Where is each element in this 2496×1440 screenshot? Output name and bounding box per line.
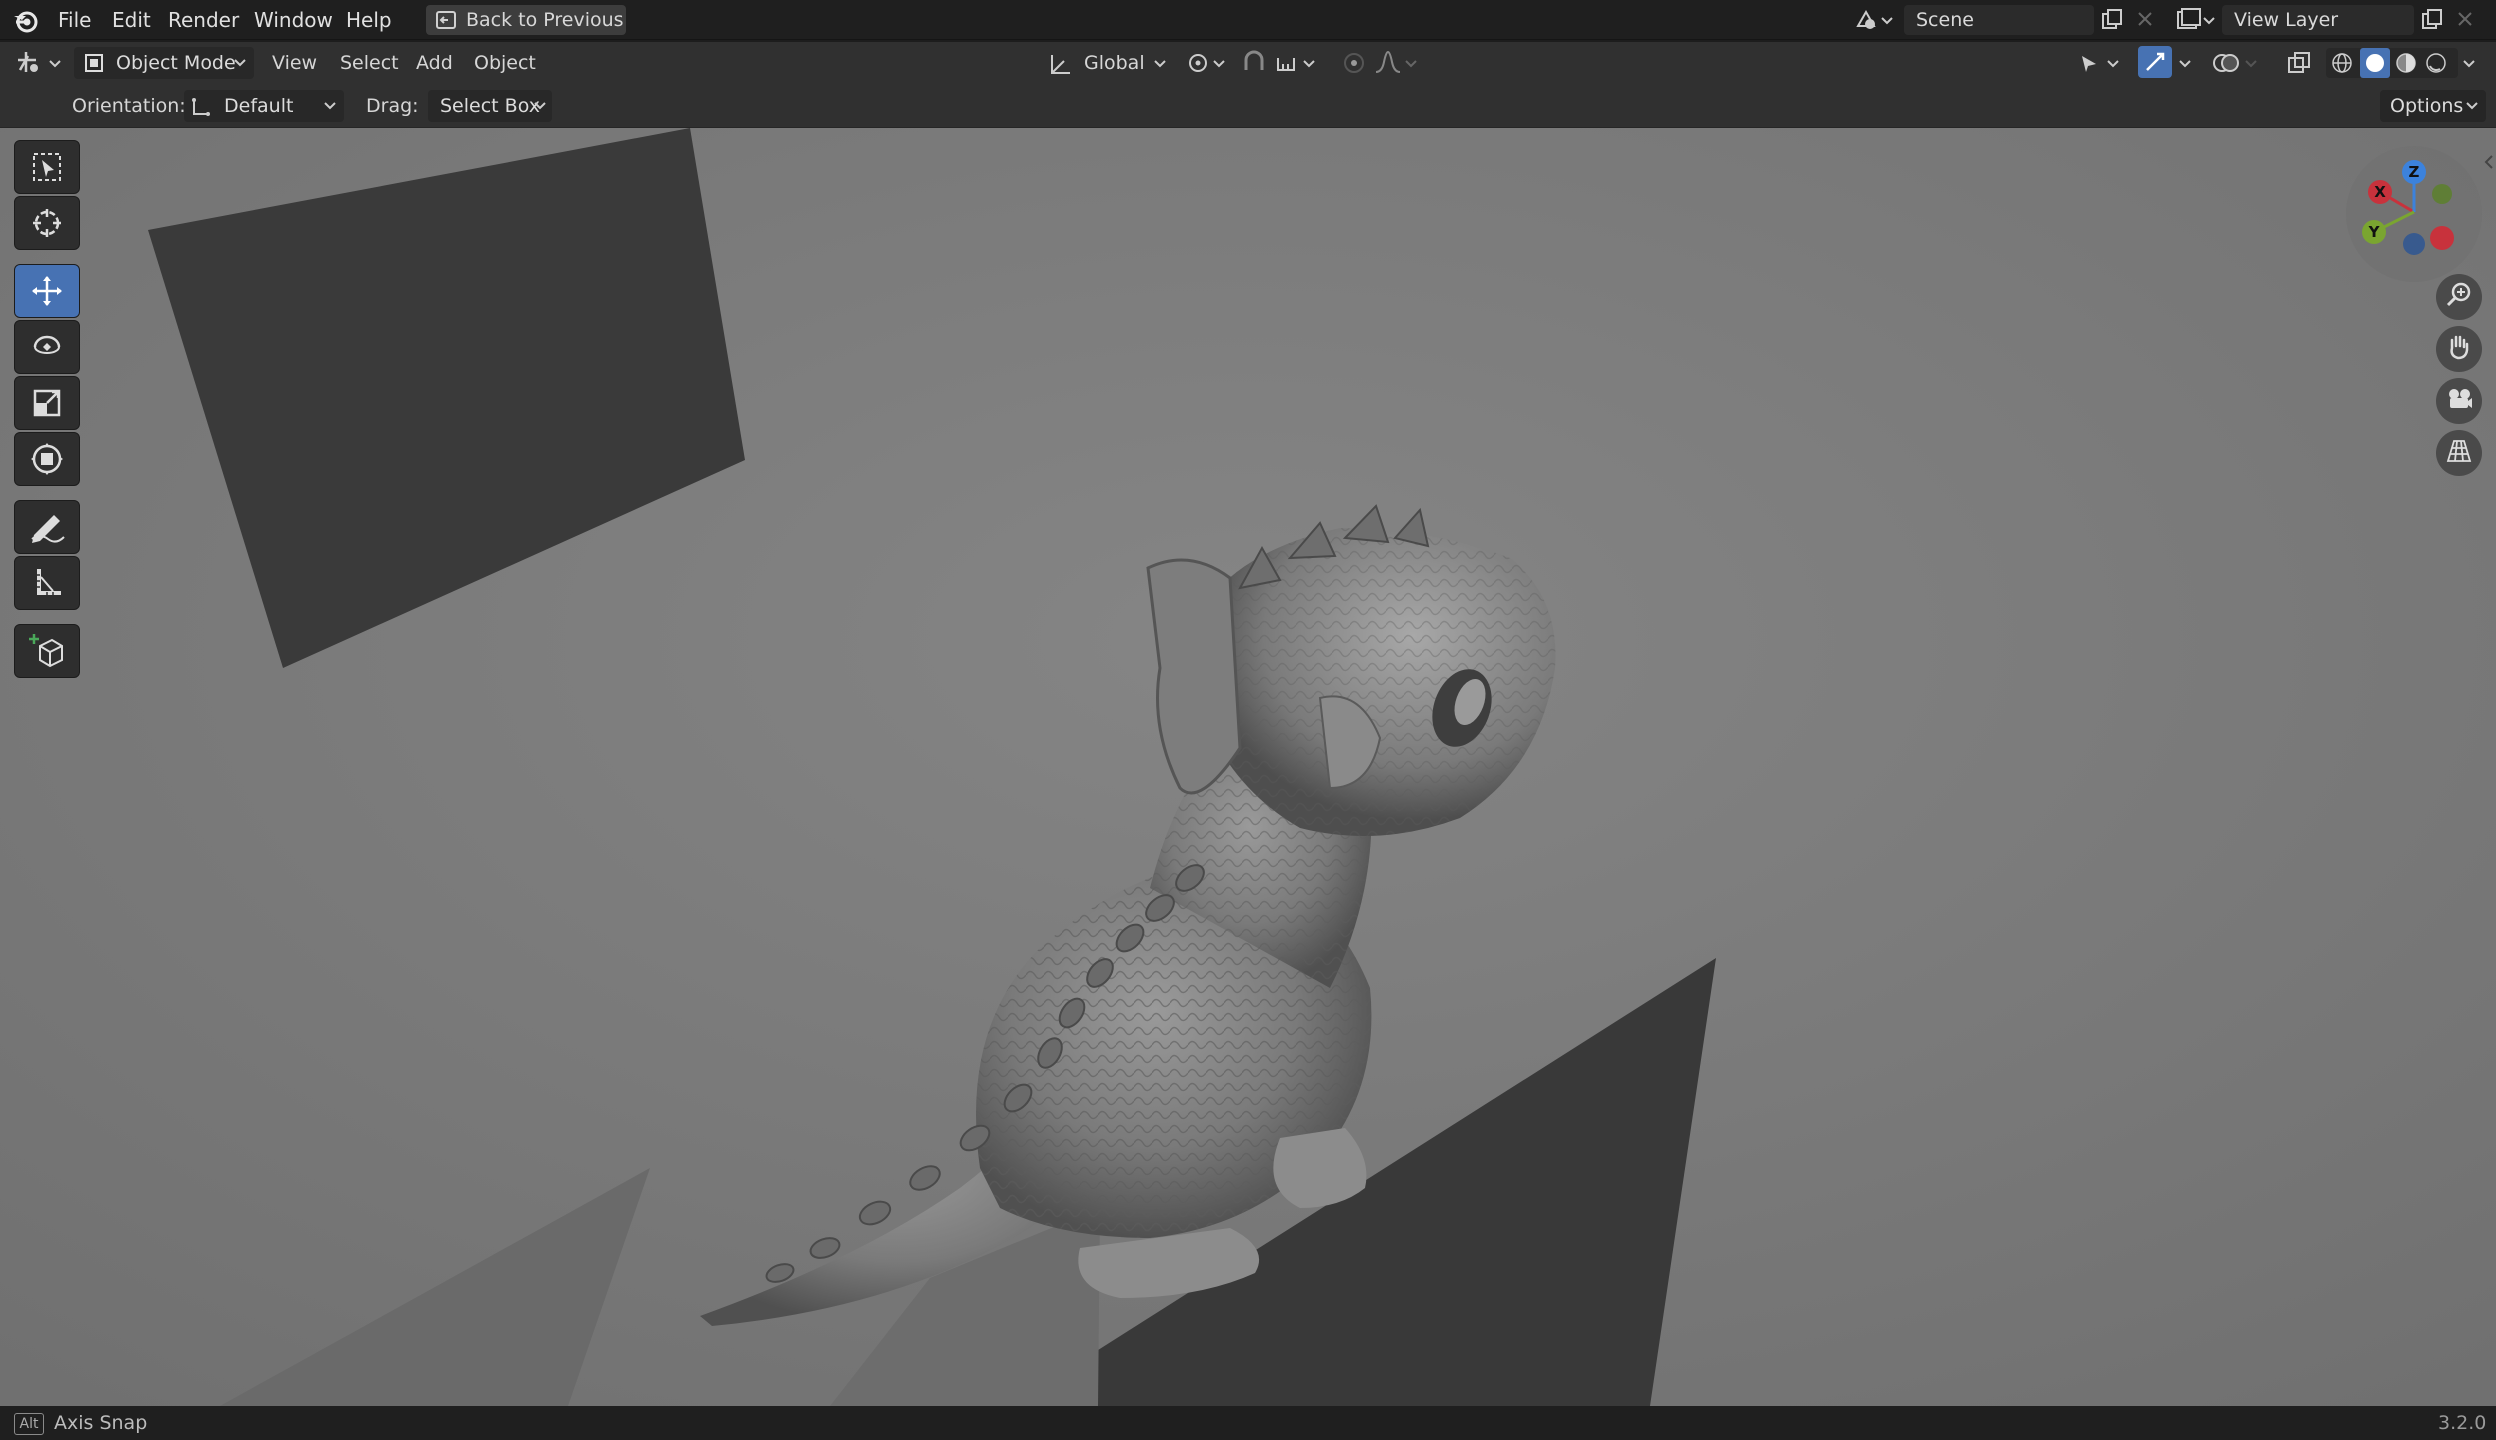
shading-mode-group — [2326, 48, 2458, 78]
scene-name-field[interactable]: Scene — [1904, 5, 2094, 35]
cursor-tool[interactable] — [14, 196, 80, 250]
mode-dropdown[interactable]: Object Mode — [74, 47, 254, 79]
orientation-dropdown-label: Default — [224, 95, 294, 117]
status-bar: Alt Axis Snap 3.2.0 — [0, 1406, 2496, 1440]
add-cube-icon — [29, 634, 63, 668]
material-preview-shading-icon[interactable] — [2394, 51, 2418, 79]
header-menu-view[interactable]: View — [272, 48, 317, 78]
pan-view-button[interactable] — [2436, 326, 2482, 372]
selectability-visibility-icon[interactable] — [2078, 50, 2126, 80]
drag-label: Drag: — [366, 95, 419, 117]
tool-settings-bar: Orientation: Default Drag: Select Box Op… — [0, 84, 2496, 128]
snap-element-icon[interactable] — [1274, 50, 1322, 80]
xray-toggle-icon[interactable] — [2286, 50, 2312, 80]
camera-view-button[interactable] — [2436, 378, 2482, 424]
zoom-icon — [2444, 280, 2474, 314]
scale-icon — [33, 389, 61, 417]
rotate-tool[interactable] — [14, 320, 80, 374]
drag-dropdown[interactable]: Select Box — [428, 90, 552, 122]
header-menu-object[interactable]: Object — [474, 48, 536, 78]
menu-window[interactable]: Window — [246, 4, 341, 36]
zoom-view-button[interactable] — [2436, 274, 2482, 320]
orientation-global-icon — [1048, 51, 1074, 81]
options-dropdown-label: Options — [2390, 95, 2464, 117]
back-icon — [434, 8, 458, 41]
proportional-editing-icon[interactable] — [1340, 50, 1368, 80]
blender-logo-icon[interactable] — [12, 8, 40, 38]
new-scene-icon[interactable] — [2100, 8, 2124, 36]
menu-file[interactable]: File — [50, 4, 99, 36]
viewport-header: Object Mode View Select Add Object Globa… — [0, 42, 2496, 84]
falloff-icon[interactable] — [1374, 50, 1422, 80]
gizmo-toggle-button[interactable] — [2138, 46, 2172, 78]
chevron-down-icon — [2464, 91, 2480, 129]
select-box-tool[interactable] — [14, 140, 80, 194]
transform-icon — [31, 443, 63, 475]
measure-ruler-icon — [37, 569, 61, 595]
axis-snap-hint: Axis Snap — [54, 1412, 148, 1434]
gizmo-y-axis[interactable]: Y — [2362, 220, 2386, 244]
scene-render — [0, 128, 2496, 1406]
move-tool[interactable] — [14, 264, 80, 318]
mode-dropdown-label: Object Mode — [116, 52, 236, 74]
chevron-down-icon — [1152, 49, 1168, 81]
options-dropdown[interactable]: Options — [2380, 90, 2486, 122]
annotate-pencil-icon — [31, 515, 65, 543]
back-button-label: Back to Previous — [466, 9, 624, 31]
rendered-shading-icon[interactable] — [2424, 51, 2448, 79]
transform-orientation-dropdown[interactable]: Global — [1046, 47, 1170, 79]
chevron-down-icon — [532, 91, 548, 129]
3d-viewport[interactable]: X Z Y — [0, 128, 2496, 1406]
scene-browse-icon[interactable] — [1852, 6, 1896, 38]
camera-icon — [2444, 384, 2474, 418]
header-menu-select[interactable]: Select — [340, 48, 399, 78]
top-bar: File Edit Render Window Help Back to Pre… — [0, 0, 2496, 40]
grid-perspective-icon — [2444, 436, 2474, 470]
move-icon — [32, 276, 62, 306]
new-view-layer-icon[interactable] — [2420, 8, 2444, 36]
solid-shading-icon[interactable] — [2360, 48, 2390, 78]
menu-edit[interactable]: Edit — [104, 4, 159, 36]
delete-view-layer-icon[interactable] — [2454, 8, 2476, 34]
shading-options-chevron-icon[interactable] — [2460, 50, 2480, 80]
chevron-down-icon — [322, 91, 338, 129]
chevron-down-icon — [232, 48, 248, 86]
wireframe-shading-icon[interactable] — [2330, 51, 2354, 79]
view-layer-name-field[interactable]: View Layer — [2222, 5, 2414, 35]
overlays-icon[interactable] — [2212, 50, 2262, 80]
orientation-label: Orientation: — [72, 95, 186, 117]
sidebar-toggle-icon[interactable] — [2482, 152, 2496, 176]
version-label: 3.2.0 — [2438, 1412, 2487, 1434]
scale-tool[interactable] — [14, 376, 80, 430]
object-mode-icon — [82, 51, 106, 85]
cursor-icon — [33, 209, 61, 237]
back-to-previous-button[interactable]: Back to Previous — [426, 5, 626, 35]
hand-icon — [2444, 332, 2474, 366]
gizmo-x-axis[interactable]: X — [2368, 180, 2392, 204]
gizmo-z-axis[interactable]: Z — [2402, 160, 2426, 184]
transform-tool[interactable] — [14, 432, 80, 486]
orientation-dropdown[interactable]: Default — [184, 90, 344, 122]
orientation-default-icon — [190, 94, 214, 128]
drag-dropdown-label: Select Box — [440, 95, 540, 117]
view-layer-browse-icon[interactable] — [2174, 6, 2218, 38]
snap-toggle-icon[interactable] — [1240, 50, 1268, 80]
pivot-point-icon[interactable] — [1186, 50, 1232, 80]
measure-tool[interactable] — [14, 556, 80, 610]
gizmo-dropdown-chevron-icon[interactable] — [2176, 50, 2196, 80]
perspective-toggle-button[interactable] — [2436, 430, 2482, 476]
menu-help[interactable]: Help — [338, 4, 400, 36]
annotate-tool[interactable] — [14, 500, 80, 554]
transform-orientation-label: Global — [1084, 52, 1145, 74]
add-cube-tool[interactable] — [14, 624, 80, 678]
gizmo-icon — [2143, 50, 2167, 78]
navigation-gizmo[interactable]: X Z Y — [2346, 146, 2482, 282]
alt-key-hint: Alt — [14, 1413, 44, 1435]
select-box-icon — [33, 153, 61, 181]
rotate-icon — [33, 335, 61, 354]
editor-type-icon[interactable] — [14, 48, 64, 82]
menu-render[interactable]: Render — [160, 4, 247, 36]
delete-scene-icon[interactable] — [2134, 8, 2156, 34]
header-menu-add[interactable]: Add — [416, 48, 453, 78]
